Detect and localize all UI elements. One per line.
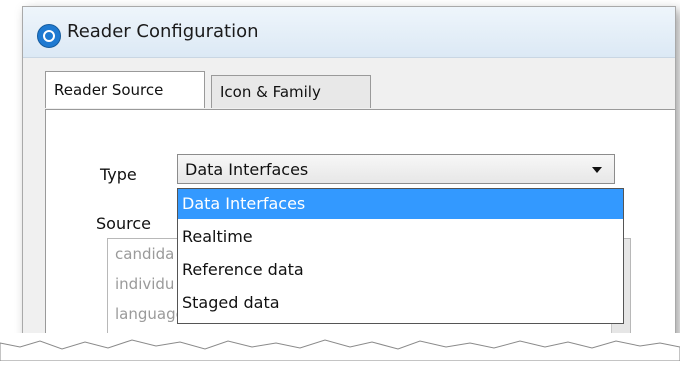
title-bar: Reader Configuration bbox=[23, 7, 675, 58]
dropdown-option-staged-data[interactable]: Staged data bbox=[178, 288, 623, 318]
torn-edge-shape bbox=[0, 339, 680, 362]
type-combobox[interactable]: Data Interfaces bbox=[177, 154, 615, 184]
chevron-down-icon[interactable] bbox=[592, 167, 602, 173]
reader-source-panel: Type Data Interfaces Source candida indi… bbox=[45, 109, 675, 343]
dropdown-option-realtime[interactable]: Realtime bbox=[178, 222, 623, 252]
type-dropdown-list: Data Interfaces Realtime Reference data … bbox=[177, 188, 624, 324]
dropdown-option-data-interfaces[interactable]: Data Interfaces bbox=[178, 189, 623, 219]
tab-icon-family[interactable]: Icon & Family bbox=[211, 75, 371, 108]
type-combobox-value: Data Interfaces bbox=[185, 160, 309, 179]
list-item[interactable]: candida bbox=[115, 245, 174, 263]
tab-strip: Reader Source Icon & Family bbox=[45, 71, 675, 111]
reader-configuration-window: Reader Configuration Reader Source Icon … bbox=[22, 6, 676, 344]
type-label: Type bbox=[100, 165, 137, 184]
list-item[interactable]: individu bbox=[115, 275, 174, 293]
window-title: Reader Configuration bbox=[67, 21, 259, 42]
source-label: Source bbox=[96, 214, 151, 233]
app-icon bbox=[37, 24, 61, 48]
torn-edge bbox=[0, 333, 680, 362]
dropdown-option-reference-data[interactable]: Reference data bbox=[178, 255, 623, 285]
tab-reader-source[interactable]: Reader Source bbox=[45, 71, 205, 108]
